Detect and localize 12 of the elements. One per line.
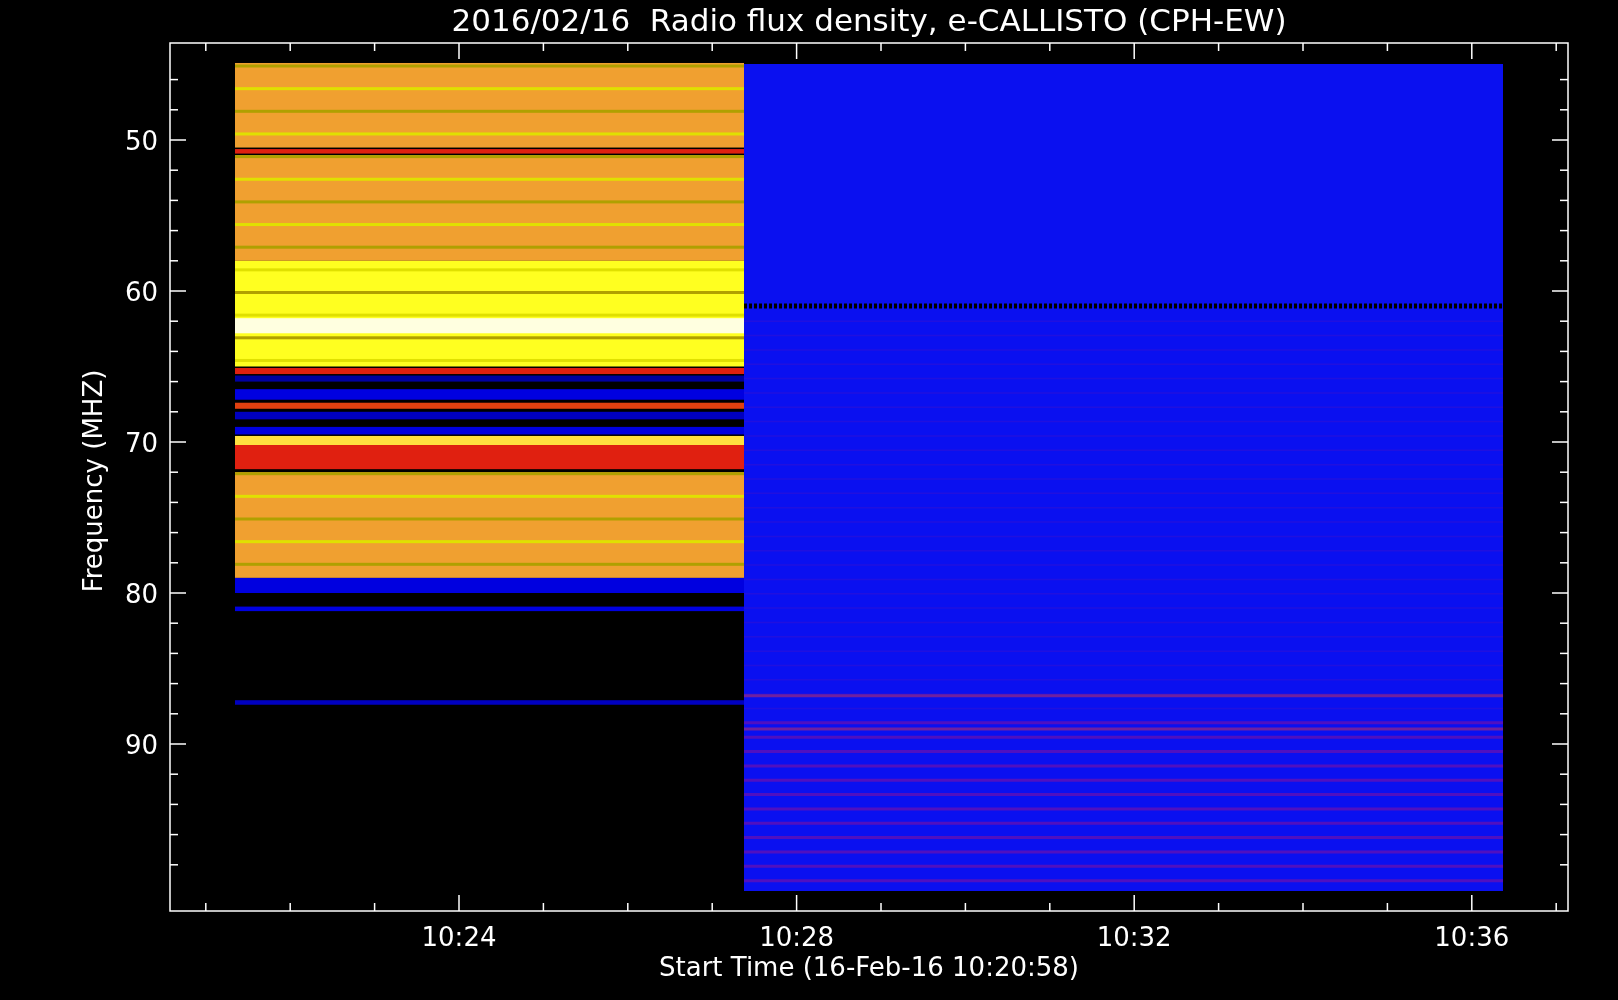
y-tick-label: 50	[124, 126, 158, 156]
x-tick-label: 10:28	[759, 922, 835, 952]
x-tick-label: 10:24	[421, 922, 497, 952]
chart-title: 2016/02/16 Radio flux density, e-CALLISTO (CPH-EW)	[451, 2, 1287, 38]
y-tick-label: 80	[124, 579, 158, 609]
y-tick-label: 60	[124, 277, 158, 307]
x-tick-label: 10:32	[1096, 922, 1172, 952]
y-tick-label: 90	[124, 730, 158, 760]
y-tick-label: 70	[124, 428, 158, 458]
x-axis-label: Start Time (16-Feb-16 10:20:58)	[659, 952, 1079, 982]
y-axis-label: Frequency (MHZ)	[78, 369, 108, 593]
x-tick-label: 10:36	[1434, 922, 1510, 952]
